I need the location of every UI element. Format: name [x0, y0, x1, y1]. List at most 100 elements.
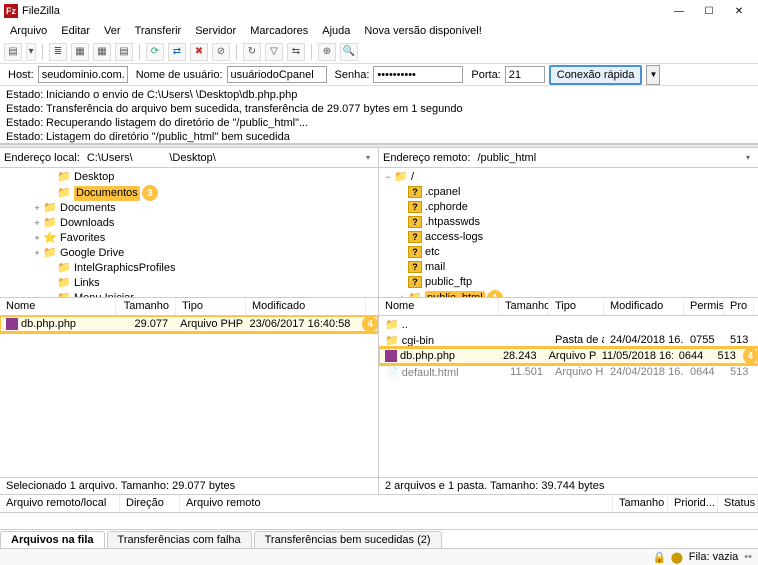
tree-item-label: etc: [425, 245, 440, 260]
col-tamanho[interactable]: Tamanho: [499, 298, 549, 315]
close-button[interactable]: ✕: [724, 1, 754, 21]
host-input[interactable]: [38, 66, 128, 83]
file-permissions: 0644: [673, 349, 712, 363]
tcol-size[interactable]: Tamanho: [613, 495, 668, 512]
file-row[interactable]: 📁cgi-binPasta de ar...24/04/2018 16...07…: [379, 332, 758, 348]
local-file-list[interactable]: db.php.php29.077Arquivo PHP23/06/2017 16…: [0, 316, 378, 477]
tree-item[interactable]: 📁Links: [4, 276, 374, 291]
tree-item-label: public_ftp: [425, 275, 472, 290]
file-size: 11.501: [499, 365, 549, 379]
user-input[interactable]: [227, 66, 327, 83]
process-queue-icon[interactable]: ⇄: [168, 43, 186, 61]
menu-update[interactable]: Nova versão disponível!: [358, 24, 487, 38]
dropdown-icon[interactable]: ▾: [362, 153, 374, 162]
transfer-queue-body[interactable]: [0, 513, 758, 529]
tcol-status[interactable]: Status: [718, 495, 758, 512]
minimize-button[interactable]: —: [664, 1, 694, 21]
tree-item[interactable]: +📁public_htmlA: [383, 290, 754, 298]
menu-transferir[interactable]: Transferir: [129, 24, 188, 38]
menu-arquivo[interactable]: Arquivo: [4, 24, 53, 38]
sync-icon[interactable]: ⊕: [318, 43, 336, 61]
tree-item[interactable]: 📁IntelGraphicsProfiles: [4, 261, 374, 276]
col-modificado[interactable]: Modificado: [604, 298, 684, 315]
tcol-dir[interactable]: Direção: [120, 495, 180, 512]
col-modificado[interactable]: Modificado: [246, 298, 366, 315]
col-tamanho[interactable]: Tamanho: [116, 298, 176, 315]
maximize-button[interactable]: ☐: [694, 1, 724, 21]
col-tipo[interactable]: Tipo: [549, 298, 604, 315]
tree-item[interactable]: 📁Documentos3: [4, 185, 374, 201]
tree-item[interactable]: ?mail: [383, 260, 754, 275]
compare-icon[interactable]: ⇆: [287, 43, 305, 61]
filter-icon[interactable]: ▽: [265, 43, 283, 61]
expand-icon[interactable]: +: [32, 246, 42, 261]
disconnect-icon[interactable]: ⊘: [212, 43, 230, 61]
tree-item-label: mail: [425, 260, 445, 275]
tree-item[interactable]: 📁Menu Iniciar: [4, 291, 374, 298]
menu-marcadores[interactable]: Marcadores: [244, 24, 314, 38]
file-row[interactable]: db.php.php29.077Arquivo PHP23/06/2017 16…: [0, 316, 378, 332]
tree-item[interactable]: ?public_ftp: [383, 275, 754, 290]
tree-item[interactable]: ?access-logs: [383, 230, 754, 245]
toggle-log-icon[interactable]: ≣: [49, 43, 67, 61]
col-nome[interactable]: Nome: [0, 298, 116, 315]
tree-item[interactable]: ?etc: [383, 245, 754, 260]
file-row[interactable]: 📁..: [379, 316, 758, 332]
file-row[interactable]: 📄default.html11.501Arquivo H...24/04/201…: [379, 364, 758, 380]
expand-icon[interactable]: +: [397, 291, 407, 299]
user-label: Nome de usuário:: [136, 69, 223, 81]
sitemanager-icon[interactable]: ▤: [4, 43, 22, 61]
tree-item-label: Documents: [60, 201, 116, 216]
col-perm[interactable]: Permissões: [684, 298, 724, 315]
col-tipo[interactable]: Tipo: [176, 298, 246, 315]
col-owner[interactable]: Pro: [724, 298, 754, 315]
remote-addr-input[interactable]: [474, 151, 742, 165]
col-nome[interactable]: Nome: [379, 298, 499, 315]
cancel-icon[interactable]: ✖: [190, 43, 208, 61]
port-input[interactable]: [505, 66, 545, 83]
expand-icon[interactable]: +: [32, 201, 42, 216]
file-type: Arquivo H...: [549, 365, 604, 379]
tree-item[interactable]: ?.cphorde: [383, 200, 754, 215]
sitemanager-dropdown-icon[interactable]: ▾: [26, 43, 36, 61]
menu-editar[interactable]: Editar: [55, 24, 96, 38]
folder-icon: 📁: [57, 186, 71, 201]
quickconnect-button[interactable]: Conexão rápida: [549, 65, 643, 85]
remote-file-list[interactable]: 📁..📁cgi-binPasta de ar...24/04/2018 16..…: [379, 316, 758, 477]
menu-ajuda[interactable]: Ajuda: [316, 24, 356, 38]
tcol-prio[interactable]: Priorid...: [668, 495, 718, 512]
tree-item[interactable]: +⭐Favorites: [4, 231, 374, 246]
tree-item[interactable]: −📁/: [383, 170, 754, 185]
tab-failed[interactable]: Transferências com falha: [107, 531, 252, 548]
menu-ver[interactable]: Ver: [98, 24, 127, 38]
search-icon[interactable]: 🔍: [340, 43, 358, 61]
local-addr-input[interactable]: [84, 151, 362, 165]
tcol-file[interactable]: Arquivo remoto/local: [0, 495, 120, 512]
expand-icon[interactable]: +: [32, 231, 42, 246]
local-tree[interactable]: 📁Desktop📁Documentos3+📁Documents+📁Downloa…: [0, 168, 378, 298]
expand-icon[interactable]: −: [383, 170, 393, 185]
tree-item[interactable]: ?.htpasswds: [383, 215, 754, 230]
refresh-icon[interactable]: ⟳: [146, 43, 164, 61]
tree-item[interactable]: +📁Downloads: [4, 216, 374, 231]
tab-queue[interactable]: Arquivos na fila: [0, 531, 105, 548]
file-row[interactable]: db.php.php28.243Arquivo PHP11/05/2018 16…: [379, 348, 758, 364]
dropdown-icon[interactable]: ▾: [742, 153, 754, 162]
toggle-remotetree-icon[interactable]: ▦: [93, 43, 111, 61]
tree-item[interactable]: 📁Desktop: [4, 170, 374, 185]
remote-tree[interactable]: −📁/?.cpanel?.cphorde?.htpasswds?access-l…: [379, 168, 758, 298]
tree-item[interactable]: +📁Google Drive: [4, 246, 374, 261]
quickconnect-dropdown-icon[interactable]: ▼: [646, 65, 660, 85]
file-owner: 513: [711, 349, 740, 363]
toggle-queue-icon[interactable]: ▤: [115, 43, 133, 61]
pass-input[interactable]: [373, 66, 463, 83]
tree-item[interactable]: +📁Documents: [4, 201, 374, 216]
tree-item[interactable]: ?.cpanel: [383, 185, 754, 200]
menu-servidor[interactable]: Servidor: [189, 24, 242, 38]
tcol-remote[interactable]: Arquivo remoto: [180, 495, 613, 512]
tab-success[interactable]: Transferências bem sucedidas (2): [254, 531, 442, 548]
toggle-localtree-icon[interactable]: ▦: [71, 43, 89, 61]
tree-item-label: Menu Iniciar: [74, 291, 134, 298]
reconnect-icon[interactable]: ↻: [243, 43, 261, 61]
expand-icon[interactable]: +: [32, 216, 42, 231]
